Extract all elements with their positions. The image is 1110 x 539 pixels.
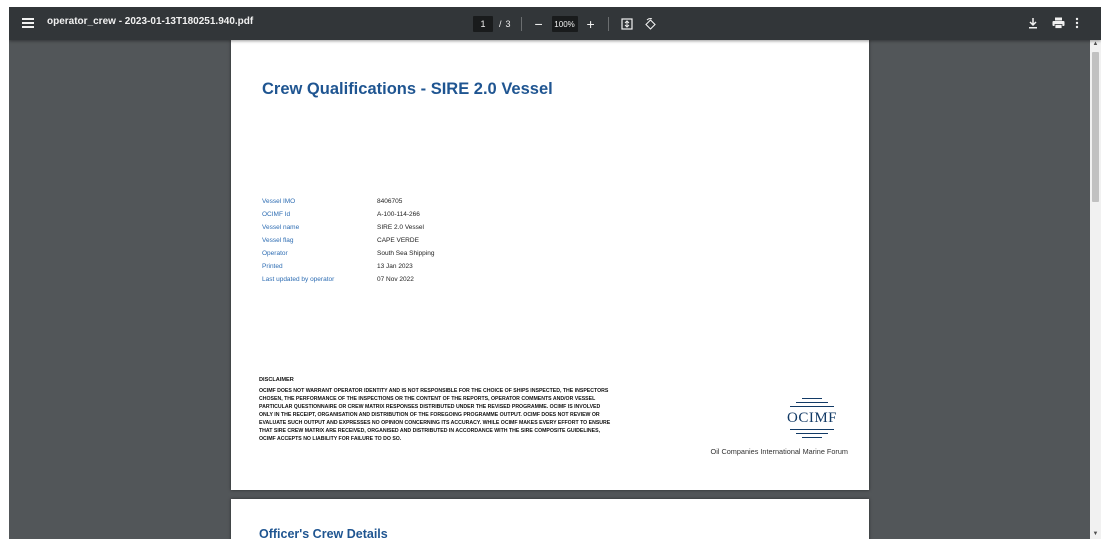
info-row: Vessel IMO 8406705 (262, 198, 434, 211)
pdf-viewer-window: operator_crew - 2023-01-13T180251.940.pd… (9, 7, 1101, 539)
info-value: 8406705 (377, 198, 403, 205)
info-label: Operator (262, 250, 288, 257)
document-title: Crew Qualifications - SIRE 2.0 Vessel (262, 80, 553, 98)
disclaimer: DISCLAIMER OCIMF DOES NOT WARRANT OPERAT… (259, 377, 679, 443)
zoom-out-button[interactable]: − (532, 17, 546, 31)
forum-name: Oil Companies International Marine Forum (710, 447, 848, 456)
file-title: operator_crew - 2023-01-13T180251.940.pd… (47, 16, 254, 27)
page-separator: / (499, 19, 502, 29)
info-row: Last updated by operator 07 Nov 2022 (262, 276, 434, 289)
info-label: OCIMF Id (262, 211, 291, 218)
rotate-icon[interactable] (643, 16, 659, 32)
logo-text: OCIMF (786, 410, 837, 426)
info-value: A-100-114-266 (377, 211, 420, 218)
disclaimer-line: ONLY IN THE RECEIPT, ORGANISATION AND DI… (259, 412, 600, 418)
toolbar-divider (520, 17, 522, 31)
info-label: Vessel name (262, 224, 300, 231)
menu-icon[interactable] (21, 15, 37, 31)
info-row: Printed 13 Jan 2023 (262, 263, 434, 276)
vessel-info-table: Vessel IMO 8406705 OCIMF Id A-100-114-26… (262, 198, 434, 289)
toolbar-divider (607, 17, 609, 31)
page-total: 3 (505, 19, 511, 29)
pdf-toolbar: operator_crew - 2023-01-13T180251.940.pd… (9, 7, 1101, 40)
ocimf-logo: OCIMF (786, 395, 838, 438)
info-value: CAPE VERDE (377, 237, 419, 244)
print-icon[interactable] (1052, 15, 1065, 31)
page-zoom-controls: 1 / 3 − 100% + (473, 14, 659, 34)
disclaimer-line: OCIMF DOES NOT WARRANT OPERATOR IDENTITY… (259, 388, 609, 394)
info-row: Vessel flag CAPE VERDE (262, 237, 434, 250)
fit-page-icon[interactable] (619, 16, 635, 32)
disclaimer-line: PARTICULAR QUESTIONNAIRE OR CREW MATRIX … (259, 404, 601, 410)
info-row: Vessel name SIRE 2.0 Vessel (262, 224, 434, 237)
download-icon[interactable] (1027, 15, 1039, 31)
info-label: Vessel IMO (262, 198, 296, 205)
page-2-title: Officer's Crew Details (259, 527, 388, 539)
info-value: 13 Jan 2023 (377, 263, 413, 270)
disclaimer-line: OCIMF ACCEPTS NO LIABILITY FOR FAILURE T… (259, 436, 402, 442)
info-row: Operator South Sea Shipping (262, 250, 434, 263)
pdf-page-1: Crew Qualifications - SIRE 2.0 Vessel Ve… (231, 40, 869, 490)
more-icon[interactable] (1075, 15, 1079, 31)
disclaimer-text: OCIMF DOES NOT WARRANT OPERATOR IDENTITY… (259, 387, 679, 443)
vertical-scrollbar[interactable]: ▲ ▼ (1090, 40, 1101, 539)
zoom-level-input[interactable]: 100% (551, 16, 578, 32)
info-value: South Sea Shipping (377, 250, 435, 257)
scroll-up-arrow-icon[interactable]: ▲ (1090, 40, 1101, 49)
info-label: Last updated by operator (262, 276, 335, 283)
pdf-page-2: Officer's Crew Details (231, 499, 869, 539)
info-label: Printed (262, 263, 283, 270)
disclaimer-line: THAT SIRE CREW MATRIX ARE RECEIVED, ORGA… (259, 428, 601, 434)
page-number-input[interactable]: 1 (473, 16, 493, 32)
info-value: SIRE 2.0 Vessel (377, 224, 424, 231)
info-row: OCIMF Id A-100-114-266 (262, 211, 434, 224)
scrollbar-thumb[interactable] (1092, 52, 1099, 202)
info-label: Vessel flag (262, 237, 294, 244)
info-value: 07 Nov 2022 (377, 276, 414, 283)
disclaimer-title: DISCLAIMER (259, 377, 294, 383)
disclaimer-line: CHOSEN, THE PERFORMANCE OF THE INSPECTIO… (259, 396, 596, 402)
disclaimer-line: EVALUATE SUCH OUTPUT AND EXPRESSES NO OP… (259, 420, 611, 426)
scroll-down-arrow-icon[interactable]: ▼ (1090, 530, 1101, 539)
zoom-in-button[interactable]: + (584, 17, 598, 31)
